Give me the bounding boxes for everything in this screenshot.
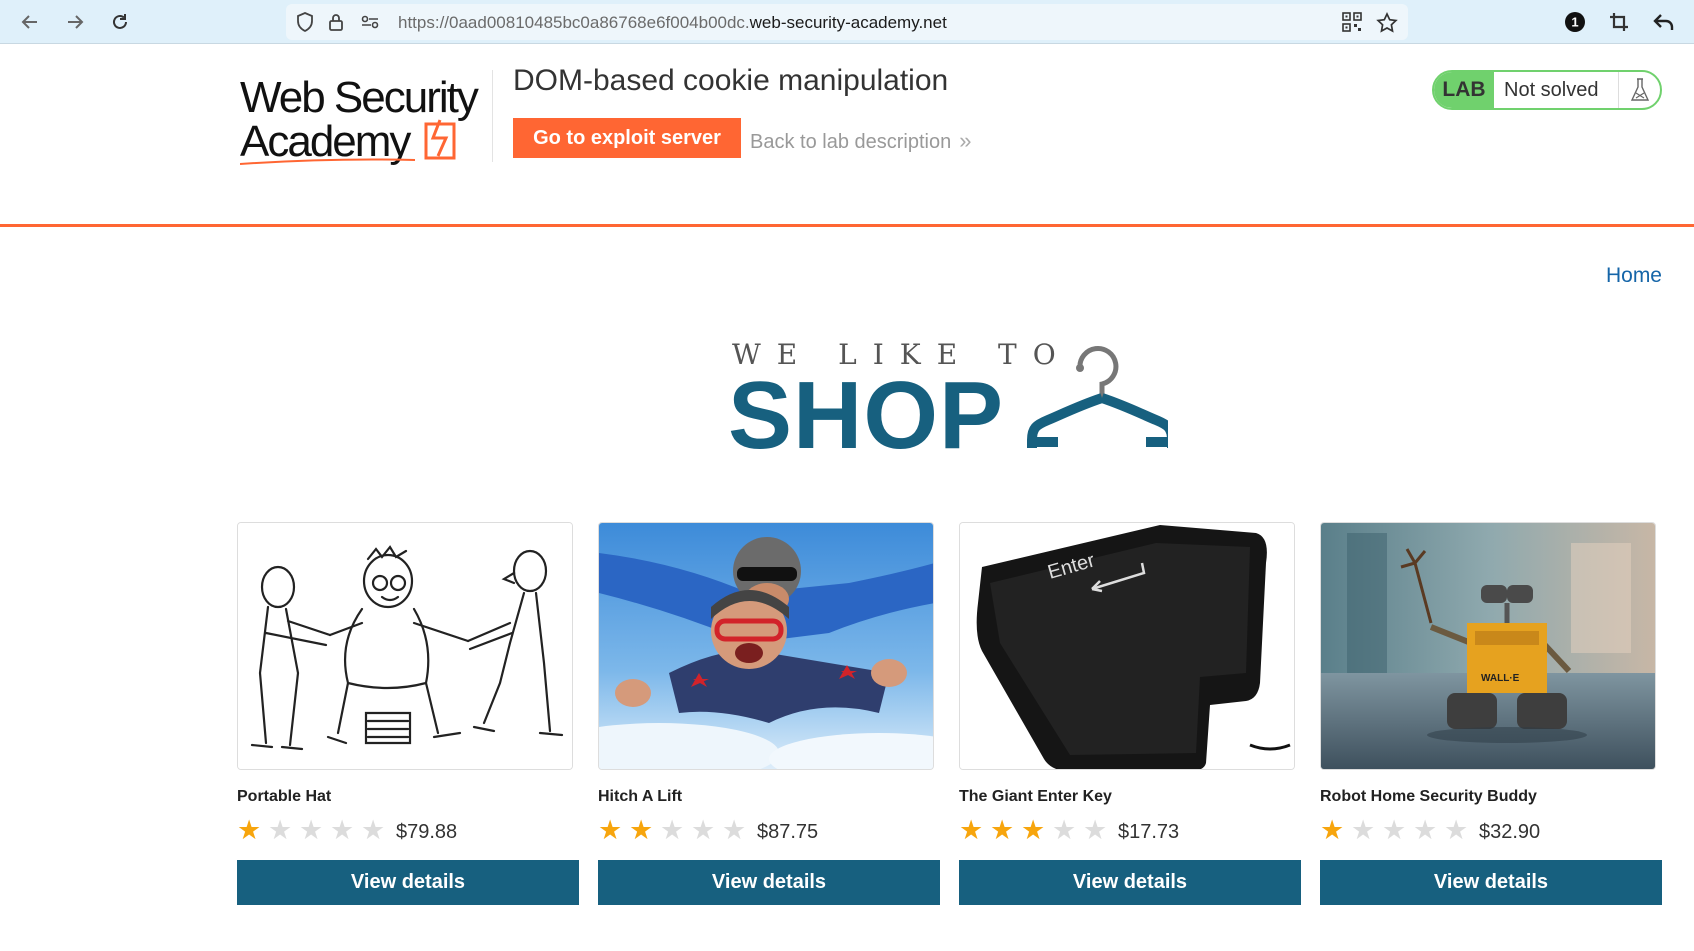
star-icon: ★ — [629, 814, 654, 845]
svg-text:Web Security: Web Security — [240, 73, 479, 122]
url-text[interactable]: https://0aad00810485bc0a86768e6f004b00dc… — [398, 13, 947, 33]
go-to-exploit-server-button[interactable]: Go to exploit server — [513, 118, 741, 158]
lab-badge: LAB — [1434, 72, 1494, 108]
undo-arrow-icon[interactable] — [1650, 8, 1678, 36]
star-icon: ★ — [1320, 814, 1345, 845]
star-icon: ★ — [1351, 814, 1376, 845]
star-icon: ★ — [660, 814, 685, 845]
qr-code-icon[interactable] — [1342, 12, 1362, 37]
site-permissions-icon[interactable] — [360, 12, 380, 37]
view-details-button[interactable]: View details — [237, 860, 579, 905]
lab-status-text: Not solved — [1504, 78, 1599, 101]
product-price: $79.88 — [396, 820, 458, 843]
star-icon: ★ — [330, 814, 355, 845]
shield-icon[interactable] — [296, 12, 314, 37]
star-icon: ★ — [990, 814, 1015, 845]
lock-icon[interactable] — [328, 12, 344, 37]
back-link-label: Back to lab description — [750, 131, 952, 153]
star-icon: ★ — [1444, 814, 1469, 845]
rating-row: ★ ★ ★ ★ ★ $17.73 — [959, 814, 1301, 846]
rating-row: ★ ★ ★ ★ ★ $87.75 — [598, 814, 940, 846]
product-image-giant-enter-key[interactable]: Enter — [959, 522, 1295, 770]
product-price: $32.90 — [1479, 820, 1541, 843]
address-bar[interactable]: https://0aad00810485bc0a86768e6f004b00dc… — [286, 4, 1408, 40]
we-like-to-shop-banner: WE LIKE TO SHOP — [728, 338, 1168, 469]
product-card: Hitch A Lift ★ ★ ★ ★ ★ $87.75 View detai… — [598, 522, 940, 905]
product-card: WALL·E Robot Home Security Buddy ★ ★ ★ ★… — [1320, 522, 1662, 905]
product-name: The Giant Enter Key — [959, 788, 1112, 805]
clothes-hanger-icon — [1027, 345, 1168, 448]
back-arrow-icon[interactable] — [15, 7, 45, 37]
extension-badge-icon[interactable]: 1 — [1561, 8, 1589, 36]
star-icon: ★ — [1413, 814, 1438, 845]
product-card: Portable Hat ★ ★ ★ ★ ★ $79.88 View detai… — [237, 522, 579, 905]
lab-status-widget: LAB Not solved — [1432, 70, 1662, 110]
star-icon: ★ — [237, 814, 262, 845]
star-icon: ★ — [268, 814, 293, 845]
product-image-portable-hat[interactable] — [237, 522, 573, 770]
crop-screenshot-icon[interactable] — [1605, 8, 1633, 36]
home-link[interactable]: Home — [1606, 264, 1662, 288]
product-name: Robot Home Security Buddy — [1320, 788, 1537, 805]
banner-shop-word: SHOP — [728, 362, 1005, 469]
product-name: Portable Hat — [237, 788, 332, 805]
star-icon: ★ — [1083, 814, 1108, 845]
browser-toolbar: https://0aad00810485bc0a86768e6f004b00dc… — [0, 0, 1694, 44]
forward-arrow-icon[interactable] — [60, 7, 90, 37]
svg-text:1: 1 — [1571, 15, 1578, 30]
product-price: $87.75 — [757, 820, 819, 843]
view-details-button[interactable]: View details — [598, 860, 940, 905]
header-orange-rule — [0, 224, 1694, 227]
rating-row: ★ ★ ★ ★ ★ $32.90 — [1320, 814, 1662, 846]
product-price: $17.73 — [1118, 820, 1180, 843]
product-card: Enter The Giant Enter Key ★ ★ ★ ★ ★ $17.… — [959, 522, 1301, 905]
web-security-academy-logo[interactable]: Web Security Academy — [239, 72, 490, 208]
star-icon: ★ — [722, 814, 747, 845]
reload-icon[interactable] — [105, 7, 135, 37]
rating-row: ★ ★ ★ ★ ★ $79.88 — [237, 814, 579, 846]
bookmark-star-icon[interactable] — [1376, 12, 1398, 39]
star-icon: ★ — [959, 814, 984, 845]
star-icon: ★ — [1382, 814, 1407, 845]
star-icon: ★ — [598, 814, 623, 845]
star-icon: ★ — [361, 814, 386, 845]
lab-title: DOM-based cookie manipulation — [513, 64, 949, 97]
header-divider — [492, 70, 493, 162]
back-to-lab-description-link[interactable]: Back to lab description » — [750, 128, 972, 154]
star-icon: ★ — [299, 814, 324, 845]
flask-icon — [1618, 72, 1660, 108]
view-details-button[interactable]: View details — [1320, 860, 1662, 905]
double-chevron-right-icon: » — [959, 128, 972, 153]
view-details-button[interactable]: View details — [959, 860, 1301, 905]
product-name: Hitch A Lift — [598, 788, 683, 805]
star-icon: ★ — [1052, 814, 1077, 845]
star-icon: ★ — [691, 814, 716, 845]
svg-text:WALL·E: WALL·E — [1481, 673, 1520, 684]
product-image-hitch-a-lift[interactable] — [598, 522, 934, 770]
product-image-robot-home-security-buddy[interactable]: WALL·E — [1320, 522, 1656, 770]
lab-header: Web Security Academy DOM-based cookie ma… — [0, 44, 1694, 226]
star-icon: ★ — [1021, 814, 1046, 845]
